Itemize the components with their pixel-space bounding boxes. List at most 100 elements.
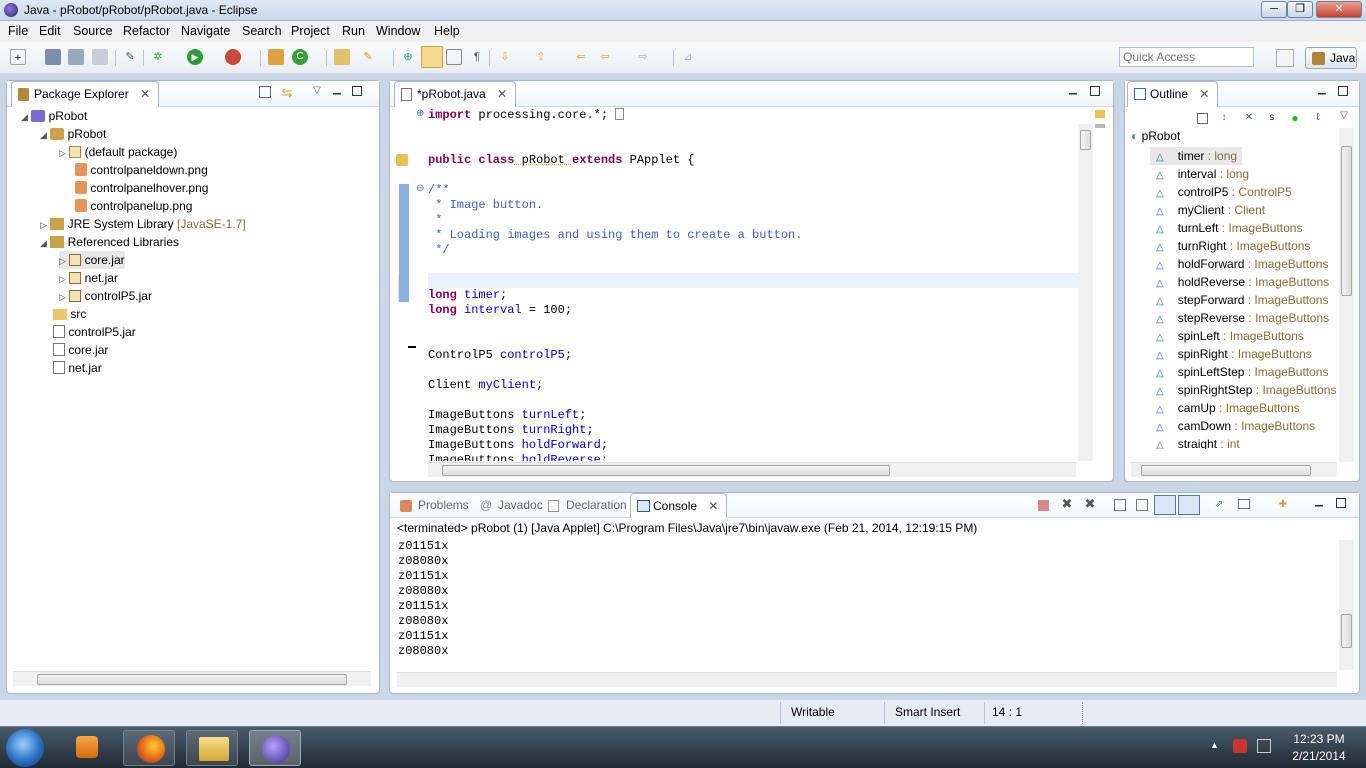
maximize-view-icon[interactable] <box>352 86 362 96</box>
code-line[interactable]: ControlP5 controlP5; <box>428 348 572 363</box>
minimize-view-icon[interactable]: ▁ <box>1312 495 1326 509</box>
close-tab-icon[interactable]: ✕ <box>1199 87 1209 101</box>
code-comment[interactable]: * Loading images and using them to creat… <box>428 228 802 243</box>
tree-item-referenced-libraries[interactable]: ◢ Referenced Libraries <box>40 233 179 251</box>
save-all-icon[interactable] <box>68 49 84 65</box>
tab-declaration[interactable]: Declaration <box>544 493 627 517</box>
back-icon[interactable]: ⇦ <box>597 49 613 65</box>
remove-launch-icon[interactable]: ✖ <box>1060 497 1074 511</box>
menu-run[interactable]: Run <box>342 24 365 38</box>
link-with-editor-icon[interactable]: ⇆ <box>280 86 294 100</box>
menu-refactor[interactable]: Refactor <box>123 24 170 38</box>
tab-probot-java[interactable]: *pRobot.java ✕ <box>394 81 517 107</box>
fold-collapse-icon[interactable]: ⊖ <box>416 183 424 194</box>
maximize-view-icon[interactable] <box>1338 86 1348 96</box>
console-vertical-scrollbar[interactable] <box>1339 540 1354 670</box>
taskbar-firefox[interactable] <box>123 730 175 766</box>
outline-field-item[interactable]: △ camUp : ImageButtons <box>1156 399 1300 417</box>
outline-field-item[interactable]: △ turnLeft : ImageButtons <box>1156 219 1302 237</box>
editor-vertical-scrollbar[interactable] <box>1078 124 1093 461</box>
outline-horizontal-scrollbar[interactable] <box>1131 462 1337 477</box>
taskbar-eclipse[interactable] <box>249 730 301 766</box>
collapse-all-icon[interactable] <box>259 86 271 98</box>
tree-item-jar[interactable]: ▷ net.jar <box>59 269 118 287</box>
menu-search[interactable]: Search <box>242 24 282 38</box>
outline-field-item[interactable]: △ holdForward : ImageButtons <box>1156 255 1328 273</box>
code-line[interactable]: long timer; <box>428 288 507 303</box>
new-java-package-icon[interactable] <box>268 49 284 65</box>
minimize-button[interactable]: ─ <box>1261 1 1287 18</box>
maximize-view-icon[interactable] <box>1090 86 1100 96</box>
code-comment[interactable]: /** <box>428 183 450 198</box>
outline-vertical-scrollbar[interactable] <box>1339 128 1354 462</box>
outline-field-item[interactable]: △ stepReverse : ImageButtons <box>1156 309 1329 327</box>
menu-help[interactable]: Help <box>434 24 460 38</box>
outline-field-item[interactable]: △ spinLeft : ImageButtons <box>1156 327 1304 345</box>
run-icon[interactable]: ▶ <box>187 49 203 65</box>
open-console-icon[interactable]: ✚ <box>1276 498 1290 512</box>
clock-date[interactable]: 2/21/2014 <box>1284 749 1354 763</box>
minimize-view-icon[interactable]: ▁ <box>1066 83 1080 97</box>
previous-annotation-icon[interactable]: ⇧ <box>533 49 549 65</box>
clock-time[interactable]: 12:23 PM <box>1284 732 1354 746</box>
tree-item-jar[interactable]: ▷ controlP5.jar <box>59 287 152 305</box>
scroll-lock-icon[interactable] <box>1136 499 1148 511</box>
tree-item-file[interactable]: net.jar <box>53 359 102 377</box>
java-perspective-button[interactable]: Java <box>1305 47 1357 69</box>
maximize-button[interactable]: ❐ <box>1287 1 1313 18</box>
action-center-icon[interactable] <box>1233 739 1247 753</box>
code-comment[interactable]: * Image button. <box>428 198 543 213</box>
save-icon[interactable] <box>45 49 61 65</box>
close-tab-icon[interactable]: ✕ <box>708 499 718 513</box>
menu-edit[interactable]: Edit <box>39 24 61 38</box>
code-line[interactable]: ImageButtons turnLeft; <box>428 408 586 423</box>
clear-console-icon[interactable] <box>1114 499 1126 511</box>
last-edit-icon[interactable]: ⇐ <box>573 49 589 65</box>
tree-item-file[interactable]: controlpaneldown.png <box>75 161 208 179</box>
tree-item-default-package[interactable]: ▷ (default package) <box>59 143 177 161</box>
code-line[interactable]: public class pRobot extends PApplet { <box>428 153 694 168</box>
code-line[interactable]: import processing.core.*; <box>428 108 625 123</box>
horizontal-scrollbar[interactable] <box>13 671 371 686</box>
outline-field-item[interactable]: △ timer : long <box>1156 147 1237 165</box>
terminate-icon[interactable] <box>1038 500 1049 511</box>
fold-expand-icon[interactable]: ⊕ <box>416 108 424 119</box>
open-perspective-icon[interactable] <box>1276 49 1294 67</box>
tree-item-file[interactable]: controlP5.jar <box>53 323 136 341</box>
taskbar-explorer[interactable] <box>186 730 238 766</box>
editor-horizontal-scrollbar[interactable] <box>428 462 1076 477</box>
tree-item-file[interactable]: controlpanelup.png <box>75 197 192 215</box>
outline-field-item[interactable]: △ spinRight : ImageButtons <box>1156 345 1312 363</box>
minimize-view-icon[interactable]: ▁ <box>1315 83 1329 97</box>
tab-outline[interactable]: Outline ✕ <box>1127 81 1219 107</box>
tab-javadoc[interactable]: @ Javadoc <box>476 493 543 517</box>
taskbar-media-player[interactable] <box>60 730 112 766</box>
code-line[interactable]: ImageButtons holdForward; <box>428 438 608 453</box>
hide-static-icon[interactable]: ꜱ <box>1265 111 1279 125</box>
tree-item-folder[interactable]: src <box>53 305 86 323</box>
close-tab-icon[interactable]: ✕ <box>140 87 150 101</box>
tab-console[interactable]: Console ✕ <box>630 493 728 518</box>
start-button[interactable] <box>6 729 44 767</box>
block-selection-icon[interactable] <box>446 49 462 65</box>
tab-package-explorer[interactable]: Package Explorer ✕ <box>11 81 160 107</box>
outline-field-item[interactable]: △ spinLeftStep : ImageButtons <box>1156 363 1328 381</box>
warning-marker-icon[interactable] <box>396 154 408 166</box>
mark-occurrences-icon[interactable] <box>421 46 443 68</box>
view-menu-icon[interactable]: ▽ <box>1337 109 1351 123</box>
code-line[interactable]: long interval = 100; <box>428 303 572 318</box>
view-menu-icon[interactable]: ▽ <box>310 84 324 98</box>
menu-project[interactable]: Project <box>291 24 330 38</box>
show-stdout-icon[interactable] <box>1154 495 1176 515</box>
code-line[interactable]: Client myClient; <box>428 378 543 393</box>
outline-field-item[interactable]: △ camDown : ImageButtons <box>1156 417 1315 435</box>
print-icon[interactable] <box>92 49 108 65</box>
code-line[interactable]: ImageButtons turnRight; <box>428 423 594 438</box>
tab-problems[interactable]: Problems <box>396 493 469 517</box>
next-annotation-icon[interactable]: ⇩ <box>497 49 513 65</box>
maximize-view-icon[interactable] <box>1336 498 1346 508</box>
tree-item-file[interactable]: controlpanelhover.png <box>75 179 208 197</box>
forward-icon[interactable]: ⇨ <box>635 49 651 65</box>
close-button[interactable]: ✕ <box>1316 1 1362 18</box>
code-comment[interactable]: * <box>428 213 442 228</box>
